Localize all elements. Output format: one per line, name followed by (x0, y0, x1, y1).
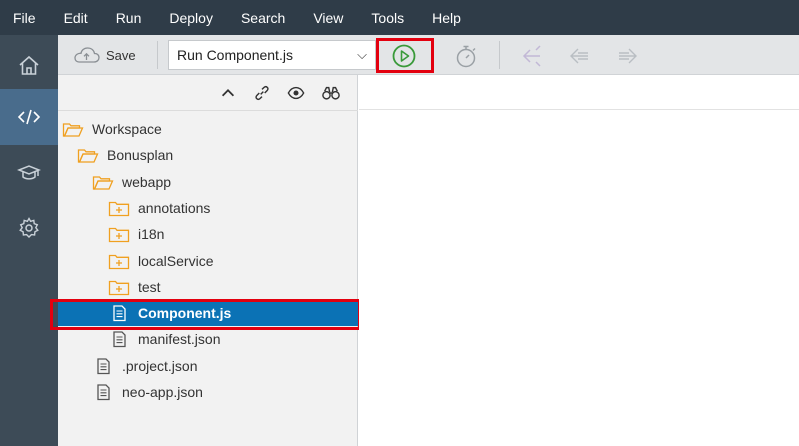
menu-deploy[interactable]: Deploy (169, 10, 213, 26)
menu-help[interactable]: Help (432, 10, 461, 26)
tree-toolbar (58, 75, 358, 111)
tree-item-label: i18n (138, 226, 165, 243)
chevron-down-icon: ⌵ (357, 47, 367, 62)
tree-item-label: neo-app.json (122, 384, 203, 400)
run-button-highlight (376, 38, 434, 73)
learning-cap-icon (17, 165, 41, 180)
binoculars-icon (322, 86, 340, 100)
run-with-timer-button[interactable] (453, 43, 479, 69)
collapse-icon (221, 89, 235, 97)
tree-item-label: manifest.json (138, 331, 221, 348)
editor-tab-bar (359, 75, 799, 110)
editor-area (359, 75, 799, 446)
folder-closed-icon (108, 225, 130, 243)
tree-item-label: annotations (138, 199, 211, 216)
home-icon (19, 55, 39, 75)
menu-search[interactable]: Search (241, 10, 285, 26)
tree-item-label: Workspace (92, 121, 162, 137)
cloud-upload-icon (74, 47, 100, 63)
save-button[interactable]: Save (71, 43, 136, 67)
gear-icon (19, 217, 39, 238)
menu-tools[interactable]: Tools (371, 10, 404, 26)
tree-folder-item[interactable]: Workspace (58, 116, 358, 142)
link-with-editor-button[interactable] (251, 83, 273, 103)
tree-item-label: test (138, 278, 161, 295)
tree-item-label: localService (138, 252, 214, 269)
tree-file-item[interactable]: neo-app.json (58, 379, 358, 405)
sidebar-home-button[interactable] (0, 38, 58, 94)
debug-back-icon (522, 45, 541, 67)
tree-file-item[interactable]: manifest.json (58, 326, 358, 352)
code-icon (17, 109, 41, 125)
folder-closed-icon (108, 199, 130, 217)
link-icon (255, 85, 269, 101)
run-configuration-value: Run Component.js (177, 47, 293, 63)
folder-open-icon (77, 146, 99, 164)
folder-open-icon (92, 173, 114, 191)
toolbar: Save Run Component.js ⌵ (58, 35, 799, 75)
activity-sidebar (0, 35, 58, 446)
file-icon (92, 357, 114, 375)
tree-file-item[interactable]: .project.json (58, 353, 358, 379)
workspace-tree-panel: Workspace Bonusplan webapp annotations i18n l… (58, 75, 358, 446)
sidebar-development-button[interactable] (0, 89, 58, 145)
run-configuration-select[interactable]: Run Component.js ⌵ (168, 40, 376, 70)
tree-item-label: webapp (122, 173, 172, 190)
sidebar-settings-button[interactable] (0, 200, 58, 256)
collapse-all-button[interactable] (217, 83, 239, 103)
toolbar-separator (157, 41, 158, 69)
file-icon (108, 330, 130, 348)
folder-closed-icon (108, 252, 130, 270)
arrow-right-icon (619, 48, 637, 64)
tree-item-label: .project.json (122, 357, 198, 374)
sidebar-learning-button[interactable] (0, 145, 58, 201)
tree-folder-item[interactable]: webapp (58, 169, 358, 195)
tree-folder-item[interactable]: i18n (58, 221, 358, 247)
toolbar-separator (499, 41, 500, 69)
file-icon (92, 383, 114, 401)
show-hidden-files-button[interactable] (285, 83, 307, 103)
arrow-left-icon (570, 48, 588, 64)
folder-open-icon (62, 120, 84, 138)
tree-folder-item[interactable]: test (58, 274, 358, 300)
menu-bar: File Edit Run Deploy Search View Tools H… (0, 0, 799, 35)
navigate-back-button[interactable] (566, 43, 592, 69)
tree-folder-item[interactable]: localService (58, 248, 358, 274)
tree-item-label: Bonusplan (107, 147, 174, 164)
folder-closed-icon (108, 278, 130, 296)
debug-back-button[interactable] (518, 43, 544, 69)
tree-folder-item[interactable]: Bonusplan (58, 142, 358, 168)
save-label: Save (106, 47, 136, 63)
eye-icon (287, 86, 305, 100)
menu-edit[interactable]: Edit (64, 10, 88, 26)
search-workspace-button[interactable] (320, 83, 342, 103)
navigate-forward-button[interactable] (615, 43, 641, 69)
selected-file-highlight (50, 299, 361, 330)
timer-icon (456, 45, 476, 68)
menu-file[interactable]: File (13, 10, 36, 26)
tree-folder-item[interactable]: annotations (58, 195, 358, 221)
menu-run[interactable]: Run (116, 10, 142, 26)
menu-view[interactable]: View (313, 10, 343, 26)
